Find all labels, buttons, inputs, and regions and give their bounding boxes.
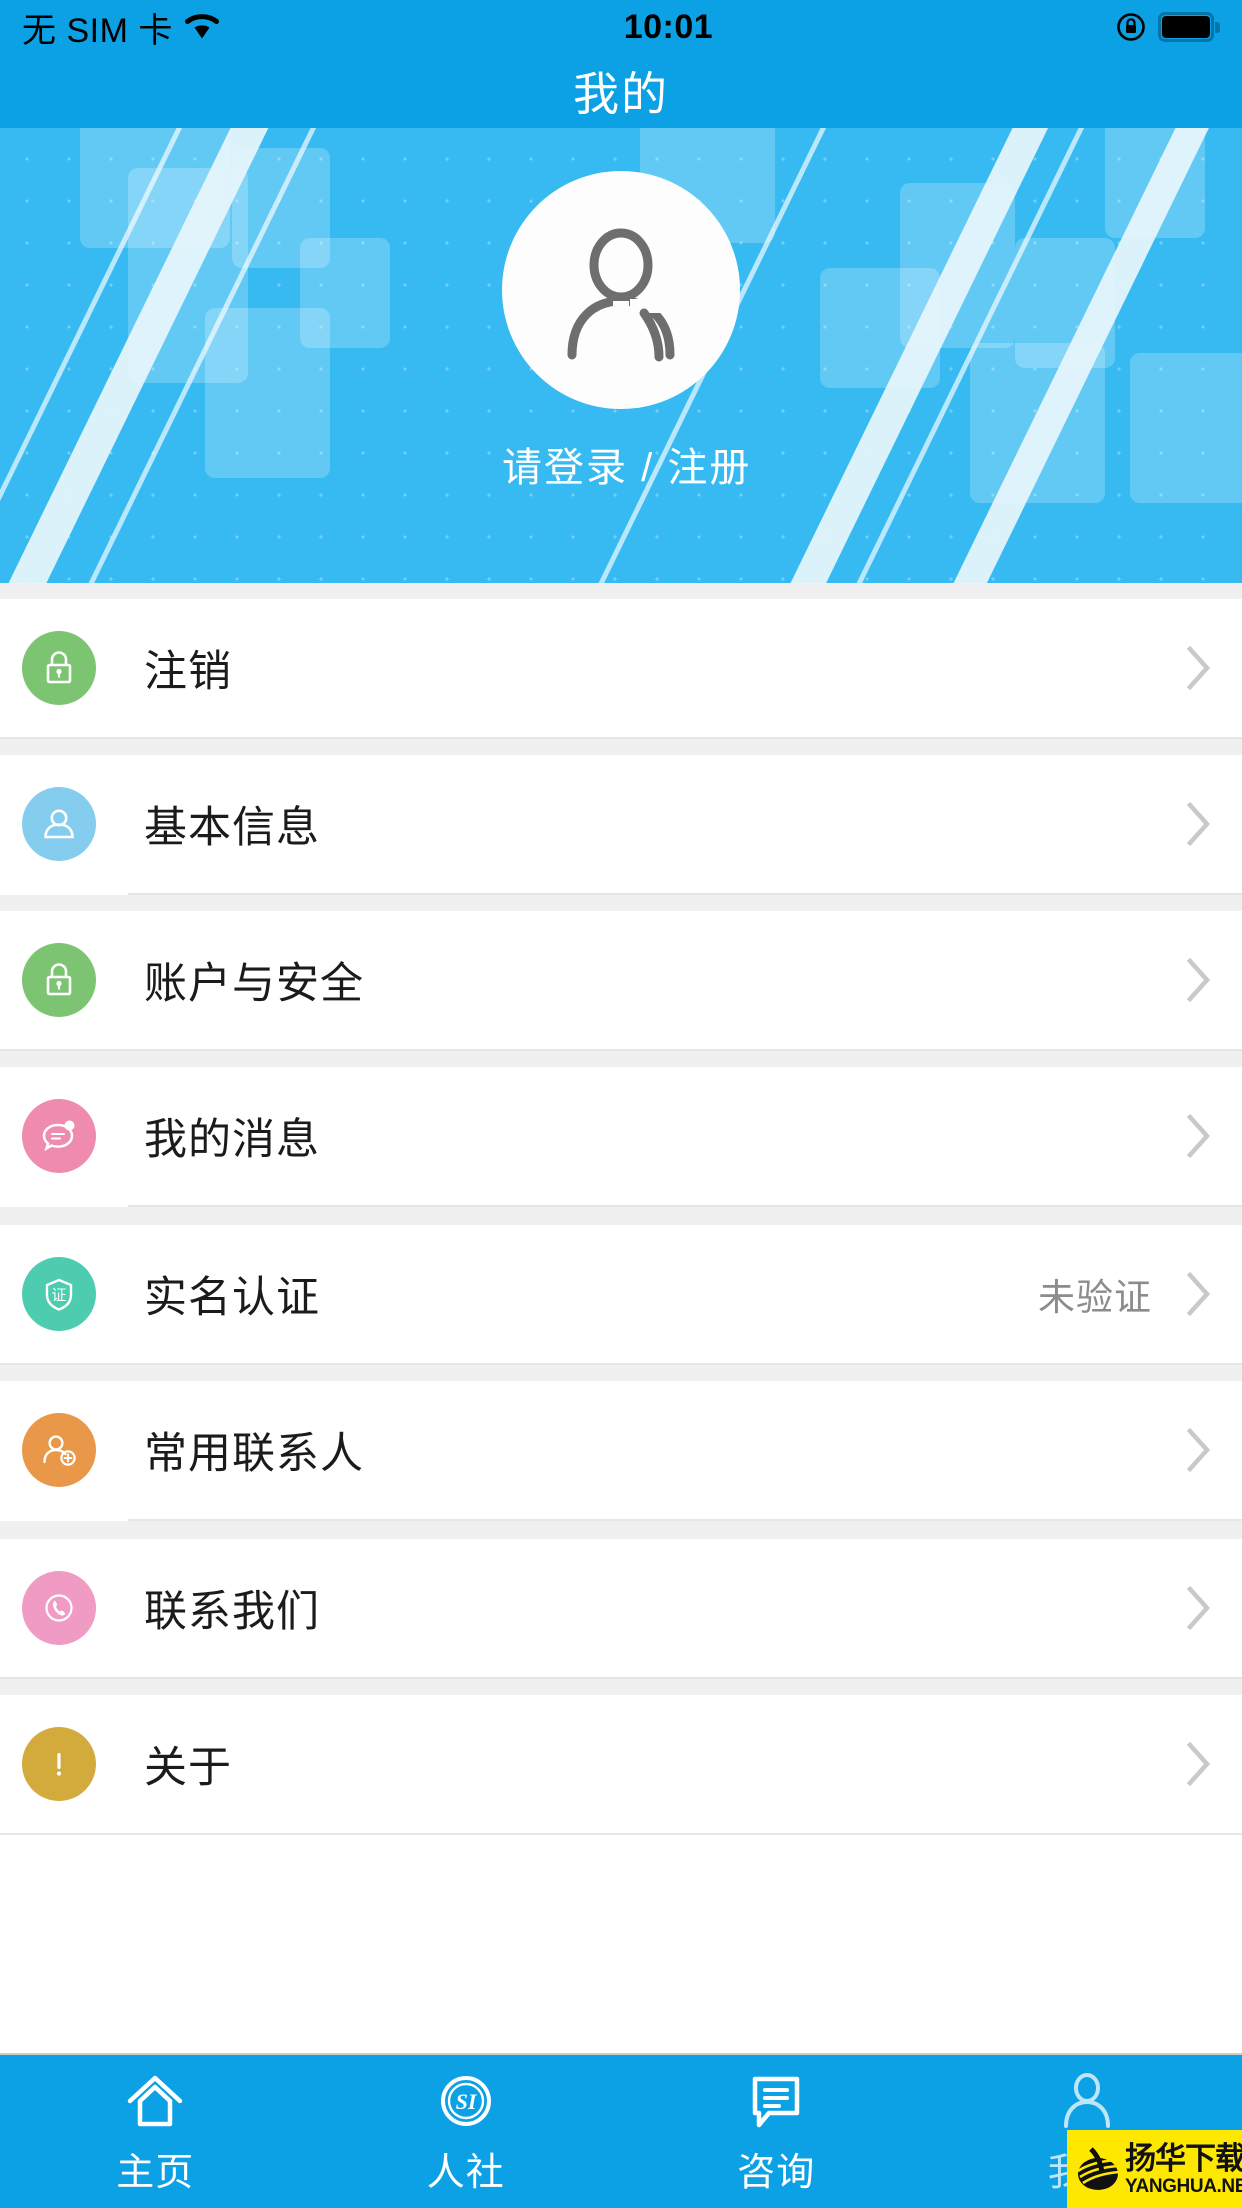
chat-lines-icon	[745, 2067, 807, 2131]
group-separator	[0, 1051, 1242, 1067]
list-item-basic-info[interactable]: 基本信息	[0, 755, 1242, 893]
avatar[interactable]	[502, 171, 740, 409]
group-separator	[0, 739, 1242, 755]
lock-icon	[22, 631, 96, 705]
row-divider	[0, 1833, 1242, 1835]
watermark-en: YANGHUA.NET	[1125, 2175, 1242, 2197]
list-item-logout[interactable]: 注销	[0, 599, 1242, 737]
tab-social-insurance[interactable]: SI 人社	[311, 2067, 622, 2196]
phone-icon	[22, 1571, 96, 1645]
exclamation-icon	[22, 1727, 96, 1801]
chevron-right-icon	[1186, 1427, 1211, 1473]
watermark-text: 扬华下载 YANGHUA.NET	[1125, 2143, 1242, 2196]
menu-group: 注销 基本信息 账户与安全 我的消息	[0, 599, 1242, 1207]
chevron-right-icon	[1186, 1741, 1211, 1787]
group-separator	[0, 583, 1242, 599]
chevron-right-icon	[1186, 1585, 1211, 1631]
wifi-icon	[184, 14, 219, 39]
group-separator	[0, 895, 1242, 911]
list-item-label: 关于	[144, 1744, 232, 1792]
watermark-badge: 扬华下载 YANGHUA.NET	[1067, 2130, 1242, 2208]
list-item-my-messages[interactable]: 我的消息	[0, 1067, 1242, 1205]
chevron-right-icon	[1186, 645, 1211, 691]
list-item-real-name-verify[interactable]: 证 实名认证 未验证	[0, 1225, 1242, 1363]
status-bar: 无 SIM 卡 10:01	[0, 0, 1242, 54]
carrier-label: 无 SIM 卡	[22, 11, 173, 50]
list-item-label: 我的消息	[144, 1116, 320, 1164]
chevron-right-icon	[1186, 801, 1211, 847]
tab-label: 咨询	[737, 2152, 816, 2194]
shield-verify-icon: 证	[22, 1257, 96, 1331]
status-bar-left: 无 SIM 卡	[22, 3, 221, 52]
menu-group: 证 实名认证 未验证 常用联系人	[0, 1225, 1242, 1521]
tab-label: 主页	[116, 2152, 195, 2194]
list-item-account-security[interactable]: 账户与安全	[0, 911, 1242, 1049]
svg-text:SI: SI	[455, 2089, 477, 2114]
group-separator	[0, 1521, 1242, 1539]
tab-consult[interactable]: 咨询	[621, 2067, 932, 2196]
message-bubble-icon	[22, 1099, 96, 1173]
list-item-label: 基本信息	[144, 804, 320, 852]
list-item-label: 账户与安全	[144, 960, 364, 1008]
profile-banner: 请登录 / 注册	[0, 128, 1242, 583]
user-avatar-placeholder-icon	[567, 228, 675, 362]
menu-group: 联系我们 关于	[0, 1539, 1242, 1835]
chevron-right-icon	[1186, 1271, 1211, 1317]
status-bar-right	[1116, 12, 1220, 42]
lock-icon	[22, 943, 96, 1017]
page-title: 我的	[573, 68, 669, 120]
list-item-about[interactable]: 关于	[0, 1695, 1242, 1833]
group-separator	[0, 1679, 1242, 1695]
battery-full-icon	[1158, 12, 1220, 42]
si-badge-icon: SI	[436, 2067, 496, 2131]
group-separator	[0, 1365, 1242, 1381]
phone-screen: 无 SIM 卡 10:01 我的 请登录 / 注册 注销 基本信息 账户与安全 …	[0, 0, 1242, 2208]
banner-square	[300, 238, 390, 348]
tab-home[interactable]: 主页	[0, 2067, 311, 2196]
watermark-cn: 扬华下载	[1125, 2140, 1242, 2176]
bottom-tab-bar: 主页 SI 人社 咨询	[0, 2053, 1242, 2208]
profile-block[interactable]: 请登录 / 注册	[502, 171, 749, 493]
chevron-right-icon	[1186, 957, 1211, 1003]
list-item-label: 常用联系人	[144, 1430, 364, 1478]
list-item-frequent-contacts[interactable]: 常用联系人	[0, 1381, 1242, 1519]
list-item-label: 注销	[144, 648, 232, 696]
person-icon	[1058, 2067, 1116, 2131]
status-badge: 未验证	[1038, 1277, 1152, 1318]
home-icon	[123, 2067, 187, 2131]
svg-text:证: 证	[51, 1287, 66, 1304]
list-item-label: 实名认证	[144, 1274, 320, 1322]
clock-label: 10:01	[623, 7, 714, 46]
list-item-contact-us[interactable]: 联系我们	[0, 1539, 1242, 1677]
nav-bar: 我的	[0, 54, 1242, 128]
user-icon	[22, 787, 96, 861]
status-bar-center: 10:01	[221, 8, 1116, 47]
group-separator	[0, 1207, 1242, 1225]
add-contact-icon	[22, 1413, 96, 1487]
yanghua-globe-logo-icon	[1077, 2147, 1121, 2190]
rotation-lock-icon	[1117, 13, 1145, 41]
tab-label: 人社	[426, 2152, 505, 2194]
settings-list: 注销 基本信息 账户与安全 我的消息 证 实名认证 未验证 常用联系人 联系我们…	[0, 583, 1242, 1835]
login-register-link[interactable]: 请登录 / 注册	[502, 435, 749, 493]
list-item-label: 联系我们	[144, 1588, 320, 1636]
chevron-right-icon	[1186, 1113, 1211, 1159]
banner-square	[1130, 353, 1242, 503]
